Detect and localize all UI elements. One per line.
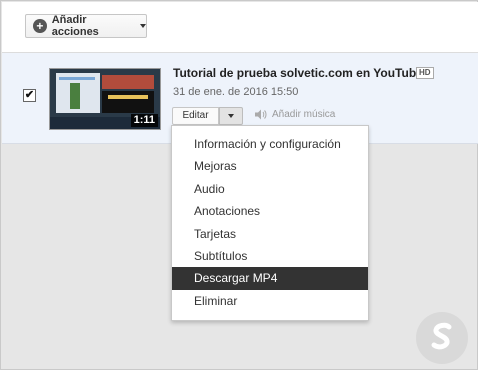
video-checkbox[interactable]: ✔ xyxy=(23,89,36,102)
plus-circle-icon: + xyxy=(33,19,47,33)
thumbnail-screen-window xyxy=(70,83,80,109)
menu-item-enhancements[interactable]: Mejoras xyxy=(172,155,368,177)
video-date: 31 de ene. de 2016 15:50 xyxy=(173,86,299,98)
video-duration: 1:11 xyxy=(130,114,158,127)
add-music-button[interactable]: Añadir música xyxy=(255,109,335,120)
video-thumbnail[interactable]: 1:11 xyxy=(49,68,161,130)
video-title[interactable]: Tutorial de prueba solvetic.com en YouTu… xyxy=(173,66,423,80)
edit-dropdown-menu: Información y configuración Mejoras Audi… xyxy=(171,125,369,321)
add-actions-button[interactable]: + Añadir acciones xyxy=(25,14,147,38)
thumbnail-screen-window xyxy=(59,77,95,80)
watermark-logo-icon xyxy=(416,312,468,364)
menu-item-info-settings[interactable]: Información y configuración xyxy=(172,133,368,155)
toolbar: + Añadir acciones xyxy=(2,2,478,53)
app-frame: + Añadir acciones ✔ 1:11 Tutorial de pru… xyxy=(0,0,478,370)
menu-item-audio[interactable]: Audio xyxy=(172,178,368,200)
menu-item-annotations[interactable]: Anotaciones xyxy=(172,200,368,222)
menu-item-delete[interactable]: Eliminar xyxy=(172,290,368,312)
add-actions-label: Añadir acciones xyxy=(51,14,99,38)
speaker-icon xyxy=(255,109,267,120)
menu-item-download-mp4[interactable]: Descargar MP4 xyxy=(172,267,368,290)
edit-button[interactable]: Editar xyxy=(172,107,219,125)
thumbnail-screen-window xyxy=(102,75,154,89)
thumbnail-screen-window xyxy=(108,95,148,99)
edit-dropdown-toggle[interactable] xyxy=(219,107,243,125)
menu-item-subtitles[interactable]: Subtítulos xyxy=(172,245,368,267)
hd-badge: HD xyxy=(416,67,434,79)
caret-down-icon xyxy=(228,114,234,118)
menu-item-cards[interactable]: Tarjetas xyxy=(172,223,368,245)
caret-down-icon xyxy=(140,24,146,28)
add-music-label: Añadir música xyxy=(272,109,336,120)
